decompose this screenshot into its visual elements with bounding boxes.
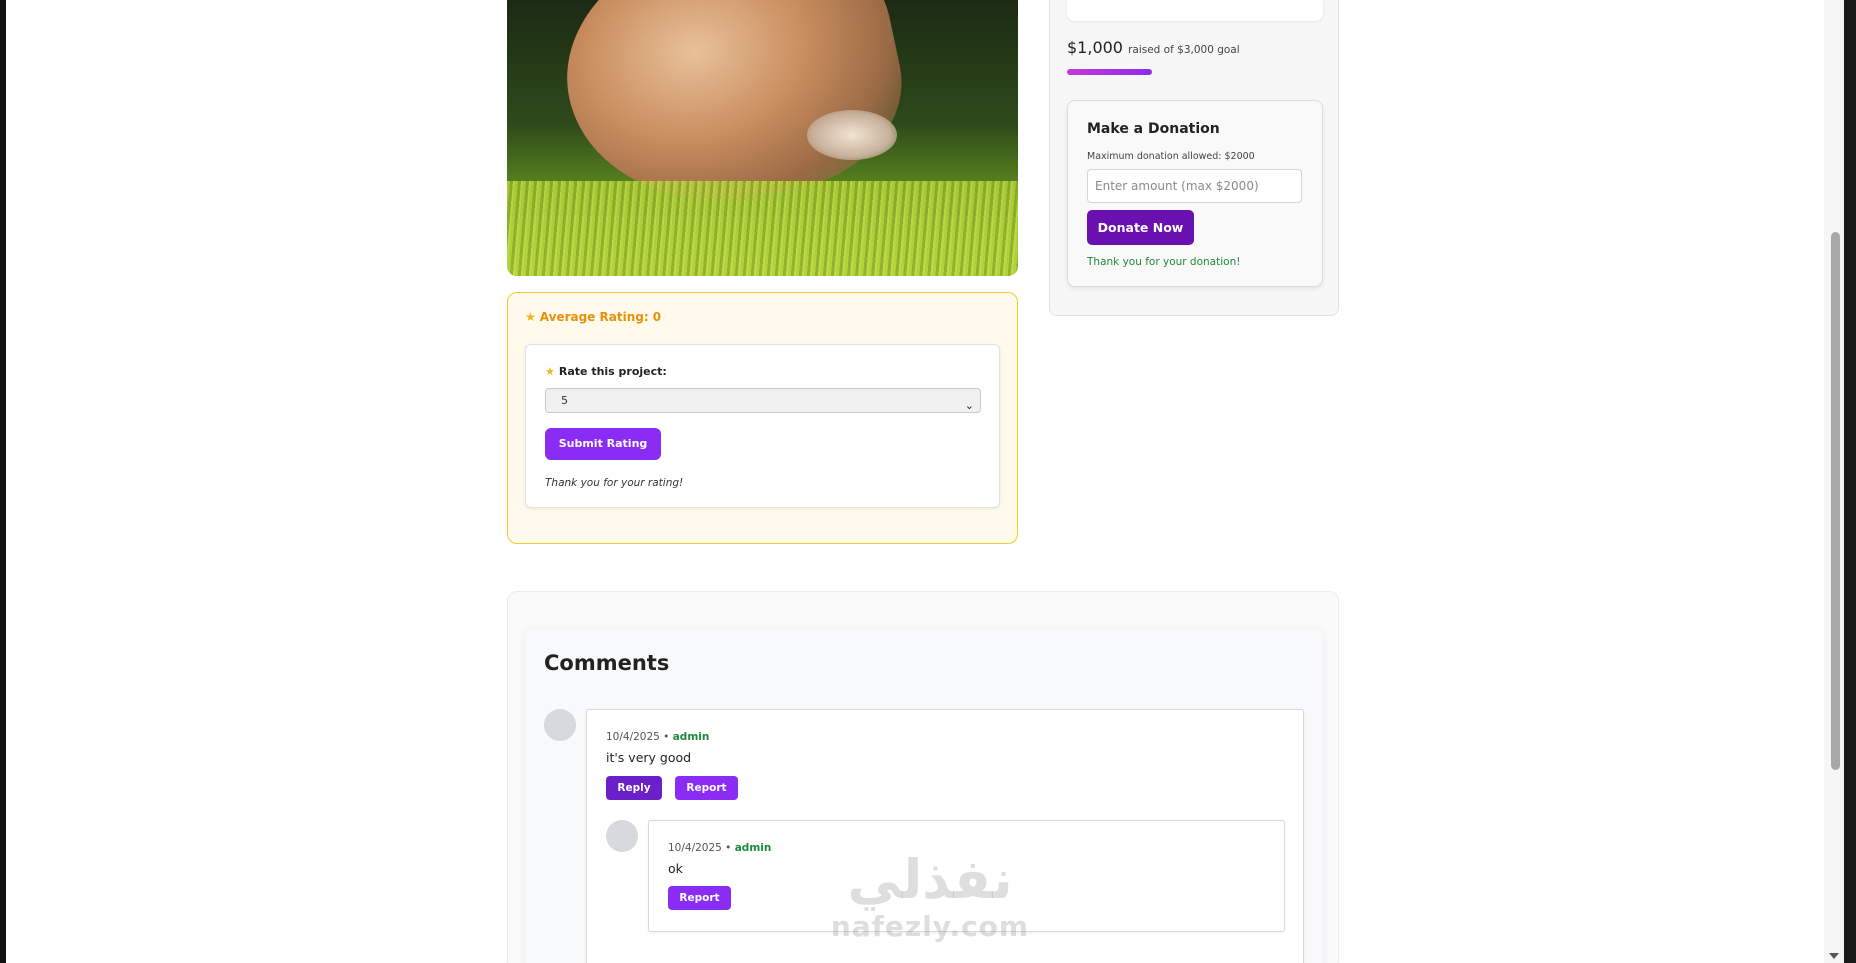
comments-title: Comments — [544, 651, 670, 675]
rating-select[interactable]: 5 ⌄ — [545, 388, 981, 413]
avatar — [544, 709, 576, 741]
submit-rating-button[interactable]: Submit Rating — [545, 428, 661, 460]
raised-amount: $1,000 — [1067, 38, 1123, 57]
comment-author[interactable]: admin — [673, 731, 710, 743]
donation-sidebar: $1,000 raised of $3,000 goal Make a Dona… — [1049, 0, 1339, 316]
comment-meta: 10/4/2025 • admin — [606, 731, 709, 743]
grass — [507, 181, 1018, 276]
comment-date: 10/4/2025 — [606, 731, 660, 743]
reply-text: ok — [668, 861, 683, 876]
donation-thanks-message: Thank you for your donation! — [1087, 256, 1241, 268]
donation-title: Make a Donation — [1087, 121, 1220, 137]
star-icon: ★ — [525, 310, 536, 324]
reply-item: 10/4/2025 • admin ok Report — [648, 820, 1285, 932]
raised-goal-text: raised of $3,000 goal — [1128, 44, 1240, 56]
reply-author[interactable]: admin — [735, 842, 772, 854]
average-rating-label: Average Rating: 0 — [539, 310, 662, 324]
raised-summary: $1,000 raised of $3,000 goal — [1067, 38, 1240, 57]
donation-max-note: Maximum donation allowed: $2000 — [1087, 151, 1255, 162]
reply-date: 10/4/2025 — [668, 842, 722, 854]
rate-label-text: Rate this project: — [558, 365, 667, 378]
donation-form: Make a Donation Maximum donation allowed… — [1067, 100, 1323, 287]
comment-item: 10/4/2025 • admin it's very good Reply R… — [586, 709, 1304, 963]
comment-text: it's very good — [606, 750, 692, 765]
rating-thanks-message: Thank you for your rating! — [545, 477, 684, 489]
star-icon: ★ — [545, 365, 555, 378]
rate-form: ★ Rate this project: 5 ⌄ Submit Rating Th… — [525, 344, 1000, 508]
scrollbar-thumb[interactable] — [1831, 232, 1840, 770]
comments-section: Comments 10/4/2025 • admin it's very goo… — [507, 591, 1339, 963]
sidebar-top-card — [1067, 0, 1323, 21]
scroll-down-arrow-icon[interactable] — [1829, 953, 1839, 959]
reply-meta: 10/4/2025 • admin — [668, 842, 771, 854]
donate-now-button[interactable]: Donate Now — [1087, 210, 1194, 245]
rate-label: ★ Rate this project: — [545, 365, 667, 378]
rating-select-value: 5 — [561, 394, 568, 407]
chevron-down-icon: ⌄ — [964, 399, 974, 412]
window-edge-left — [0, 0, 6, 963]
rating-section: ★ Average Rating: 0 ★ Rate this project: 5… — [507, 292, 1018, 544]
donation-progress-bar — [1067, 69, 1152, 75]
reply-button[interactable]: Reply — [606, 776, 662, 800]
reply-report-button[interactable]: Report — [668, 886, 731, 910]
average-rating: ★ Average Rating: 0 — [525, 310, 661, 324]
avatar — [606, 820, 638, 852]
comment-meta-separator: • — [659, 731, 673, 743]
reply-meta-separator: • — [721, 842, 735, 854]
kitten-paw — [807, 110, 897, 160]
report-button[interactable]: Report — [675, 776, 738, 800]
donation-amount-input[interactable] — [1087, 169, 1302, 203]
window-edge-right — [1844, 0, 1856, 963]
project-image — [507, 0, 1018, 276]
comments-card: Comments 10/4/2025 • admin it's very goo… — [525, 629, 1323, 963]
